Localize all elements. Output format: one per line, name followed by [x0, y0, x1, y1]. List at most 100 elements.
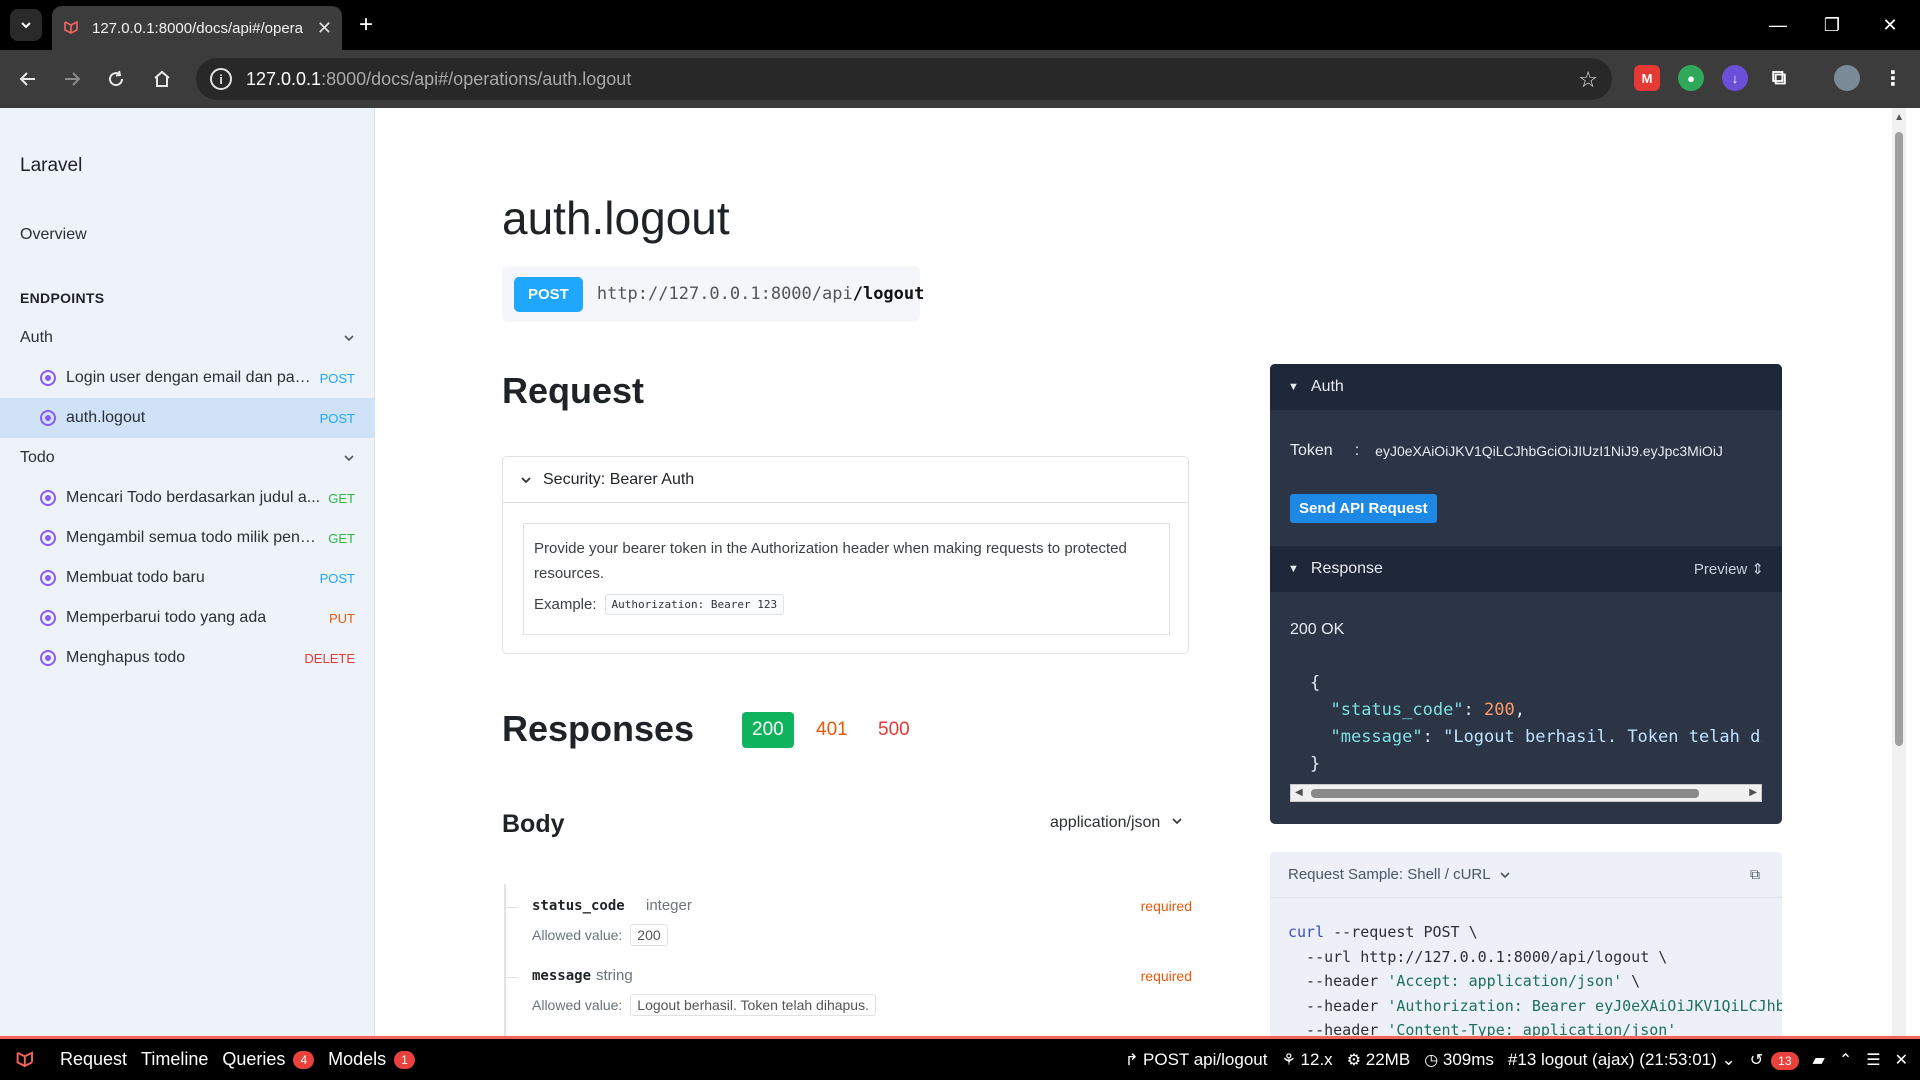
chevron-down-icon	[21, 22, 31, 29]
property-status-code: status_code integer required Allowed val…	[502, 897, 1192, 948]
debugbar-tab-models[interactable]: Models 1	[328, 1049, 415, 1070]
reload-icon	[109, 70, 124, 87]
debugbar-tab-label: Queries	[222, 1049, 286, 1069]
close-icon[interactable]: ✕	[1895, 1050, 1908, 1070]
security-title: Security: Bearer Auth	[543, 470, 695, 488]
response-tab-500[interactable]: 500	[868, 712, 920, 748]
json-value: "Logout berhasil. Token telah diha	[1443, 727, 1762, 747]
home-button[interactable]	[146, 63, 178, 95]
token-label: Token	[1290, 442, 1333, 459]
back-button[interactable]	[12, 63, 44, 95]
debugbar-request-select[interactable]: #13 logout (ajax) (21:53:01) ⌄	[1508, 1050, 1736, 1070]
content-type-select[interactable]: application/json	[1050, 814, 1183, 832]
json-brace: {	[1310, 673, 1321, 693]
browser-tab[interactable]: 127.0.0.1:8000/docs/api#/opera ✕	[52, 6, 342, 50]
sidebar-item-create-todo[interactable]: Membuat todo baru POST	[0, 558, 375, 598]
debugbar-tab-queries[interactable]: Queries 4	[222, 1049, 315, 1070]
debugbar-memory[interactable]: ⚙ 22MB	[1347, 1050, 1411, 1070]
version-text: 12.x	[1300, 1049, 1333, 1069]
reload-button[interactable]	[100, 63, 132, 95]
json-key: "message"	[1330, 727, 1423, 747]
token-input[interactable]: eyJ0eXAiOiJKV1QiLCJhbGciOiJIUzI1NiJ9.eyJ…	[1375, 442, 1765, 460]
request-heading: Request	[502, 370, 645, 411]
sample-language-select[interactable]: Request Sample: Shell / cURL	[1270, 852, 1782, 898]
forward-button[interactable]	[56, 63, 88, 95]
browser-menu-icon[interactable]: ⋮	[1880, 65, 1906, 91]
scrollbar-thumb[interactable]	[1311, 789, 1699, 798]
minimize-window-button[interactable]: —	[1758, 10, 1798, 40]
sidebar-item-list-todo[interactable]: Mengambil semua todo milik peng... GET	[0, 518, 375, 558]
property-allowed: Allowed value: 200	[532, 924, 668, 946]
operation-icon	[40, 610, 56, 626]
sidebar-item-login[interactable]: Login user dengan email dan pas... POST	[0, 358, 375, 398]
method-badge: DELETE	[304, 650, 355, 666]
chevron-down-icon	[521, 476, 531, 483]
endpoint-url-box[interactable]: POST http://127.0.0.1:8000/api/logout	[502, 266, 924, 322]
debugbar-time[interactable]: ◷ 309ms	[1424, 1050, 1494, 1070]
address-bar[interactable]: i 127.0.0.1:8000/docs/api#/operations/au…	[196, 58, 1612, 100]
laravel-logo-icon[interactable]	[12, 1046, 40, 1074]
close-window-button[interactable]: ✕	[1870, 10, 1910, 40]
debugbar-tab-label: Timeline	[141, 1049, 209, 1069]
debugbar-route[interactable]: ↱ POST api/logout	[1125, 1050, 1268, 1070]
auth-section-header[interactable]: ▼ Auth	[1270, 364, 1782, 410]
restore-window-button[interactable]: ❐	[1812, 10, 1852, 40]
response-section-title: Response	[1310, 560, 1383, 577]
sidebar-item-delete-todo[interactable]: Menghapus todo DELETE	[0, 638, 375, 678]
new-tab-button[interactable]: +	[352, 11, 380, 39]
page-title: auth.logout	[502, 192, 730, 244]
debugbar-tab-request[interactable]: Request	[60, 1049, 127, 1070]
debugbar-history[interactable]: ↺ 13	[1750, 1050, 1799, 1070]
sidebar-brand[interactable]: Laravel	[20, 155, 82, 177]
sidebar-item-label: Menghapus todo	[66, 649, 186, 666]
url-host: 127.0.0.1	[246, 68, 322, 89]
send-api-request-button[interactable]: Send API Request	[1290, 494, 1437, 523]
folder-open-icon[interactable]: ▰	[1813, 1050, 1825, 1070]
bookmark-star-icon[interactable]: ☆	[1578, 67, 1598, 93]
scroll-up-icon[interactable]: ▲	[1894, 112, 1904, 123]
code-string: 'Content-Type: application/json'	[1387, 1021, 1677, 1036]
scroll-left-icon[interactable]: ◀	[1295, 787, 1303, 798]
sidebar-item-overview[interactable]: Overview	[20, 226, 87, 244]
extension-red-icon[interactable]: M	[1634, 65, 1660, 91]
horizontal-scrollbar[interactable]: ◀ ▶	[1290, 784, 1762, 802]
debugbar-tab-timeline[interactable]: Timeline	[141, 1049, 208, 1070]
token-row: Token : eyJ0eXAiOiJKV1QiLCJhbGciOiJIUzI1…	[1290, 442, 1765, 460]
sidebar-item-label: Memperbarui todo yang ada	[66, 609, 267, 626]
chevron-up-icon[interactable]: ⌃	[1839, 1050, 1852, 1070]
sidebar-group-todo[interactable]: Todo	[20, 438, 356, 478]
sidebar-item-label: Mencari Todo berdasarkan judul a...	[66, 489, 321, 506]
security-body: Provide your bearer token in the Authori…	[523, 523, 1170, 635]
response-tab-401[interactable]: 401	[806, 712, 858, 748]
content-type-value: application/json	[1050, 814, 1161, 831]
sidebar-item-auth-logout[interactable]: auth.logout POST	[0, 398, 375, 438]
extension-green-icon[interactable]: ●	[1678, 65, 1704, 91]
security-header[interactable]: Security: Bearer Auth	[503, 457, 1188, 503]
scroll-right-icon[interactable]: ▶	[1749, 787, 1757, 798]
copy-icon[interactable]: ⧉	[1750, 866, 1760, 883]
request-sample-panel: Request Sample: Shell / cURL ⧉ curl --re…	[1270, 852, 1782, 1036]
cogs-icon: ⚙	[1346, 1051, 1362, 1069]
page-scrollbar-thumb[interactable]	[1895, 132, 1903, 746]
extensions-puzzle-icon[interactable]: ⧉	[1766, 65, 1792, 91]
sidebar-item-search-todo[interactable]: Mencari Todo berdasarkan judul a... GET	[0, 478, 375, 518]
page-scrollbar[interactable]: ▲	[1892, 108, 1906, 1036]
code-text: --header	[1288, 972, 1388, 990]
close-tab-icon[interactable]: ✕	[317, 18, 332, 39]
preview-select[interactable]: Preview ⇕	[1694, 560, 1764, 578]
response-tab-200[interactable]: 200	[742, 712, 794, 748]
sidebar-item-update-todo[interactable]: Memperbarui todo yang ada PUT	[0, 598, 375, 638]
sidebar-group-auth[interactable]: Auth	[20, 318, 356, 358]
debugbar-version[interactable]: ⚘ 12.x	[1281, 1050, 1332, 1070]
tab-search-button[interactable]	[10, 9, 42, 41]
operation-icon	[40, 530, 56, 546]
response-section-header[interactable]: ▼ Response Preview ⇕	[1270, 546, 1782, 592]
profile-avatar[interactable]	[1834, 65, 1860, 91]
caret-down-icon: ▼	[1288, 563, 1299, 575]
route-text: POST api/logout	[1143, 1049, 1268, 1069]
extension-purple-icon[interactable]: ↓	[1722, 65, 1748, 91]
code-command: curl	[1288, 923, 1325, 941]
settings-sliders-icon[interactable]: ☰	[1866, 1050, 1880, 1070]
security-example: Example: Authorization: Bearer 123	[534, 594, 1159, 615]
site-info-icon[interactable]: i	[210, 68, 232, 90]
